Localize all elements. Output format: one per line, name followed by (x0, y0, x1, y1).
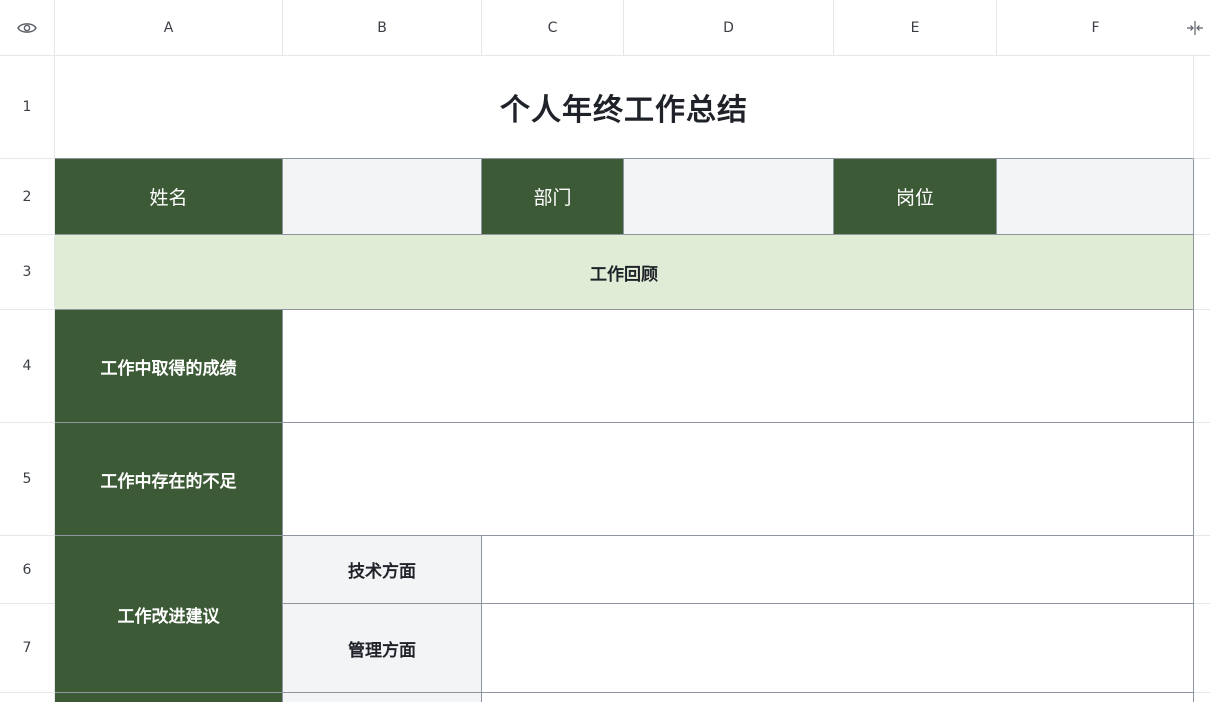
column-header-f[interactable]: F (997, 0, 1194, 56)
improvement-label: 工作改进建议 (117, 606, 220, 627)
tech-value-cell[interactable] (482, 536, 1194, 604)
row-header-5[interactable]: 5 (0, 423, 55, 536)
column-header-e[interactable]: E (834, 0, 997, 56)
collapse-columns-button[interactable] (1187, 0, 1210, 56)
dept-label: 部门 (533, 187, 572, 209)
shortcomings-label-cell[interactable]: 工作中存在的不足 (55, 423, 283, 536)
right-margin (1194, 536, 1210, 604)
right-margin (1194, 159, 1210, 235)
tech-label: 技术方面 (348, 562, 416, 582)
name-value-cell[interactable] (283, 159, 482, 235)
row8-value-cell[interactable] (482, 693, 1194, 702)
right-margin (1194, 56, 1210, 159)
title-cell[interactable]: 个人年终工作总结 (55, 56, 1194, 159)
improvement-label-cell[interactable]: 工作改进建议 (55, 536, 283, 693)
collapse-columns-icon[interactable] (1186, 19, 1204, 37)
row-header-8[interactable] (0, 693, 55, 702)
achievements-value-cell[interactable] (283, 310, 1194, 423)
achievements-label-cell[interactable]: 工作中取得的成绩 (55, 310, 283, 423)
name-label-cell[interactable]: 姓名 (55, 159, 283, 235)
column-header-d[interactable]: D (624, 0, 834, 56)
achievements-label: 工作中取得的成绩 (100, 358, 237, 379)
name-label: 姓名 (149, 187, 188, 209)
page-title: 个人年终工作总结 (500, 93, 748, 128)
position-label: 岗位 (895, 187, 934, 209)
select-all-corner[interactable] (0, 0, 55, 56)
spreadsheet: A B C D E F 1 2 3 4 5 6 7 个人年终工作总结 姓名 部门… (0, 0, 1210, 702)
section-header: 工作回顾 (590, 264, 658, 285)
mgmt-value-cell[interactable] (482, 604, 1194, 693)
right-margin (1194, 604, 1210, 693)
eye-icon[interactable] (17, 21, 37, 35)
column-header-b[interactable]: B (283, 0, 482, 56)
row8-label-cell[interactable] (55, 693, 283, 702)
column-header-a[interactable]: A (55, 0, 283, 56)
right-margin (1194, 310, 1210, 423)
shortcomings-value-cell[interactable] (283, 423, 1194, 536)
row-header-7[interactable]: 7 (0, 604, 55, 693)
row-header-2[interactable]: 2 (0, 159, 55, 235)
row-header-4[interactable]: 4 (0, 310, 55, 423)
row-header-6[interactable]: 6 (0, 536, 55, 604)
mgmt-label: 管理方面 (348, 640, 416, 661)
shortcomings-label: 工作中存在的不足 (100, 471, 237, 492)
section-header-cell[interactable]: 工作回顾 (55, 235, 1194, 310)
row8-sublabel-cell[interactable] (283, 693, 482, 702)
mgmt-label-cell[interactable]: 管理方面 (283, 604, 482, 693)
position-label-cell[interactable]: 岗位 (834, 159, 997, 235)
right-margin (1194, 693, 1210, 702)
column-header-c[interactable]: C (482, 0, 624, 56)
row-header-1[interactable]: 1 (0, 56, 55, 159)
position-value-cell[interactable] (997, 159, 1194, 235)
dept-value-cell[interactable] (624, 159, 834, 235)
dept-label-cell[interactable]: 部门 (482, 159, 624, 235)
right-margin (1194, 423, 1210, 536)
tech-label-cell[interactable]: 技术方面 (283, 536, 482, 604)
row-header-3[interactable]: 3 (0, 235, 55, 310)
right-margin (1194, 235, 1210, 310)
